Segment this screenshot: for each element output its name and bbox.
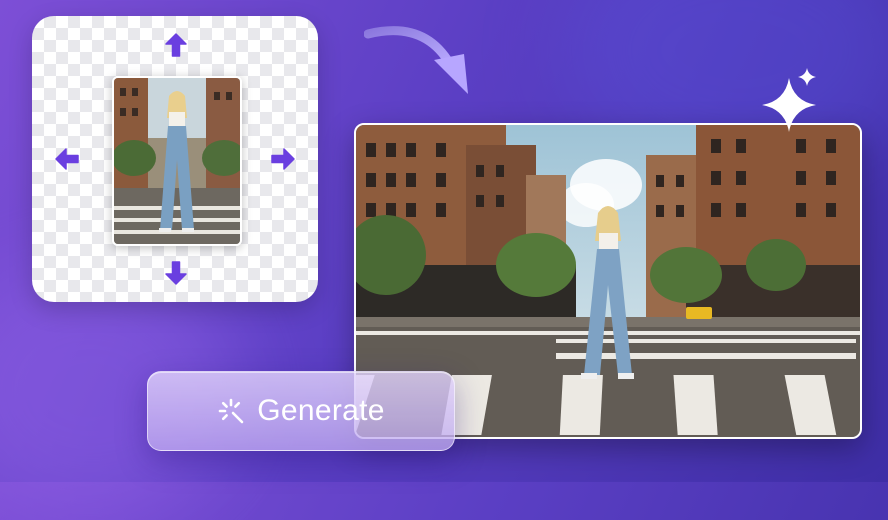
curved-arrow-icon: [364, 26, 468, 94]
four-point-star-icon: [762, 78, 816, 132]
arrow-left-icon: [54, 146, 80, 172]
original-photo: [112, 76, 242, 246]
four-point-star-icon: [798, 68, 816, 86]
generate-label: Generate: [257, 394, 385, 427]
generate-button[interactable]: Generate: [147, 371, 455, 451]
source-canvas: [32, 16, 318, 302]
arrow-up-icon: [163, 32, 189, 58]
arrow-right-icon: [270, 146, 296, 172]
arrow-down-icon: [163, 260, 189, 286]
sparkle-burst-icon: [218, 398, 244, 424]
